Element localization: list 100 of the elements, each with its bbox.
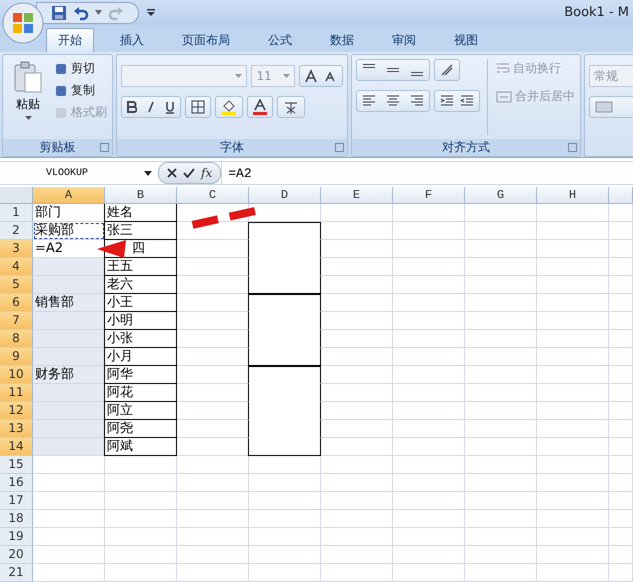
table-cell xyxy=(465,438,537,456)
launcher-icon[interactable] xyxy=(100,143,109,152)
table-cell: 财务部 xyxy=(33,366,105,384)
row-header[interactable]: 17 xyxy=(0,492,33,510)
row-header[interactable]: 2 xyxy=(0,222,33,240)
table-cell xyxy=(465,348,537,366)
ribbon-tab[interactable]: 开始 xyxy=(46,28,94,52)
table-cell xyxy=(393,402,465,420)
row-header[interactable]: 7 xyxy=(0,312,33,330)
row-header[interactable]: 10 xyxy=(0,366,33,384)
formula-field[interactable]: =A2 xyxy=(221,162,633,184)
check-icon[interactable] xyxy=(183,168,195,178)
column-header[interactable]: C xyxy=(177,187,249,204)
row-header[interactable]: 15 xyxy=(0,456,33,474)
row-header[interactable]: 8 xyxy=(0,330,33,348)
horizontal-align-buttons[interactable] xyxy=(356,90,430,112)
align-icon xyxy=(410,95,424,107)
caret-icon xyxy=(144,170,152,176)
insert-function-button[interactable]: fx xyxy=(201,166,212,180)
ribbon-tab[interactable]: 插入 xyxy=(108,28,156,52)
undo-icon[interactable] xyxy=(73,4,89,20)
table-cell xyxy=(321,312,393,330)
cancel-icon[interactable] xyxy=(167,168,177,178)
table-cell xyxy=(321,402,393,420)
name-box[interactable]: VLOOKUP xyxy=(0,168,158,178)
row-header[interactable]: 3 xyxy=(0,240,33,258)
column-header[interactable]: G xyxy=(465,187,537,204)
phonetic-button[interactable] xyxy=(277,96,305,118)
row-header[interactable]: 21 xyxy=(0,564,33,582)
table-cell xyxy=(321,456,393,474)
table-cell xyxy=(393,312,465,330)
column-header[interactable]: A xyxy=(33,187,105,204)
row-header[interactable]: 11 xyxy=(0,384,33,402)
merge-icon xyxy=(496,90,512,104)
table-cell: 阿华 xyxy=(104,366,177,384)
table-cell xyxy=(537,330,609,348)
table-cell xyxy=(393,510,465,528)
table-cell xyxy=(609,204,633,222)
launcher-icon[interactable] xyxy=(568,143,577,152)
table-cell xyxy=(465,492,537,510)
row-header[interactable]: 9 xyxy=(0,348,33,366)
row-header[interactable]: 20 xyxy=(0,546,33,564)
table-cell xyxy=(609,330,633,348)
column-header[interactable]: H xyxy=(537,187,609,204)
currency-button[interactable] xyxy=(589,96,633,118)
launcher-icon[interactable] xyxy=(335,143,344,152)
ribbon-tab[interactable]: 公式 xyxy=(256,28,304,52)
ribbon-tab[interactable]: 审阅 xyxy=(380,28,428,52)
column-header[interactable]: B xyxy=(105,187,177,204)
row-header[interactable]: 19 xyxy=(0,528,33,546)
font-color-button[interactable] xyxy=(247,96,273,118)
row-header[interactable]: 16 xyxy=(0,474,33,492)
group-label: 字体 xyxy=(220,139,244,156)
fill-color-button[interactable] xyxy=(215,96,243,118)
row-header[interactable]: 5 xyxy=(0,276,33,294)
paste-button[interactable]: 粘贴 xyxy=(7,59,49,135)
save-icon[interactable] xyxy=(51,4,67,20)
row-header[interactable]: 4 xyxy=(0,258,33,276)
style-buttons[interactable] xyxy=(121,96,181,118)
align-icon xyxy=(410,72,424,76)
indent-icon xyxy=(440,95,454,107)
font-size-buttons[interactable] xyxy=(299,65,343,87)
tool-icon xyxy=(54,62,68,76)
table-cell xyxy=(537,474,609,492)
row-header[interactable]: 12 xyxy=(0,402,33,420)
clipboard-button[interactable]: 剪切 xyxy=(53,59,108,78)
table-cell xyxy=(537,204,609,222)
table-cell xyxy=(609,456,633,474)
column-header[interactable]: E xyxy=(321,187,393,204)
row-header[interactable]: 14 xyxy=(0,438,33,456)
indent-buttons[interactable] xyxy=(434,90,480,112)
currency-icon xyxy=(595,100,613,114)
row-header[interactable]: 18 xyxy=(0,510,33,528)
table-cell: 部门 xyxy=(33,204,105,222)
column-header[interactable]: F xyxy=(393,187,465,204)
table-cell xyxy=(537,294,609,312)
align-icon xyxy=(386,68,400,72)
table-cell xyxy=(177,474,249,492)
table-cell xyxy=(465,204,537,222)
ribbon-tab[interactable]: 视图 xyxy=(442,28,490,52)
clipboard-button[interactable]: 复制 xyxy=(53,81,108,100)
row-header[interactable]: 13 xyxy=(0,420,33,438)
table-cell xyxy=(321,510,393,528)
table-cell: 阿尧 xyxy=(104,420,177,438)
italic-icon xyxy=(147,101,155,113)
vertical-align-buttons[interactable] xyxy=(356,59,430,81)
table-cell xyxy=(609,438,633,456)
table-cell xyxy=(537,546,609,564)
column-header[interactable]: D xyxy=(249,187,321,204)
border-button[interactable] xyxy=(185,96,211,118)
table-cell xyxy=(465,366,537,384)
orientation-button[interactable] xyxy=(434,59,460,81)
customize-icon[interactable] xyxy=(147,8,155,16)
caret-icon[interactable] xyxy=(95,10,102,15)
ribbon-tab[interactable]: 数据 xyxy=(318,28,366,52)
row-header[interactable]: 1 xyxy=(0,204,33,222)
font-name-field[interactable] xyxy=(121,65,248,87)
row-header[interactable]: 6 xyxy=(0,294,33,312)
ribbon-tab[interactable]: 页面布局 xyxy=(170,28,242,52)
table-cell xyxy=(609,348,633,366)
